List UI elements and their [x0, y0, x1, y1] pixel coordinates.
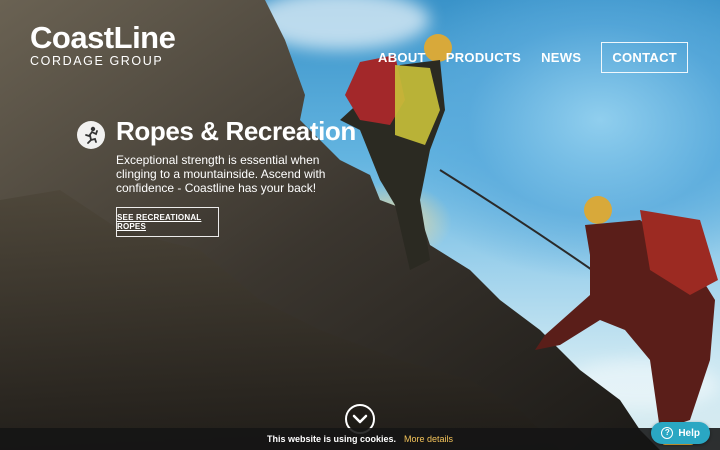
cookie-bar: This website is using cookies. More deta…	[0, 428, 720, 450]
chevron-down-icon	[352, 414, 368, 424]
cookie-text: This website is using cookies.	[266, 434, 396, 444]
hero-description: Exceptional strength is essential when c…	[116, 153, 326, 195]
question-icon: ?	[661, 427, 674, 439]
nav-item-products[interactable]: PRODUCTS	[446, 50, 521, 65]
hero-title: Ropes & Recreation	[116, 116, 356, 146]
help-button[interactable]: ? Help	[651, 422, 710, 444]
see-recreational-ropes-button[interactable]: SEE RECREATIONAL ROPES	[116, 207, 219, 237]
cookie-more-details-link[interactable]: More details	[404, 434, 453, 444]
brand-name: CoastLine	[30, 20, 176, 55]
nav-item-news[interactable]: NEWS	[541, 50, 581, 65]
brand-tagline: CORDAGE GROUP	[30, 54, 164, 68]
nav-item-about[interactable]: ABOUT	[378, 50, 426, 65]
nav-item-contact[interactable]: CONTACT	[601, 42, 688, 73]
help-label: Help	[678, 427, 700, 439]
main-nav: ABOUT PRODUCTS NEWS CONTACT	[378, 42, 688, 73]
climber-icon	[77, 121, 105, 149]
brand-logo[interactable]: CoastLine CORDAGE GROUP	[30, 20, 200, 69]
